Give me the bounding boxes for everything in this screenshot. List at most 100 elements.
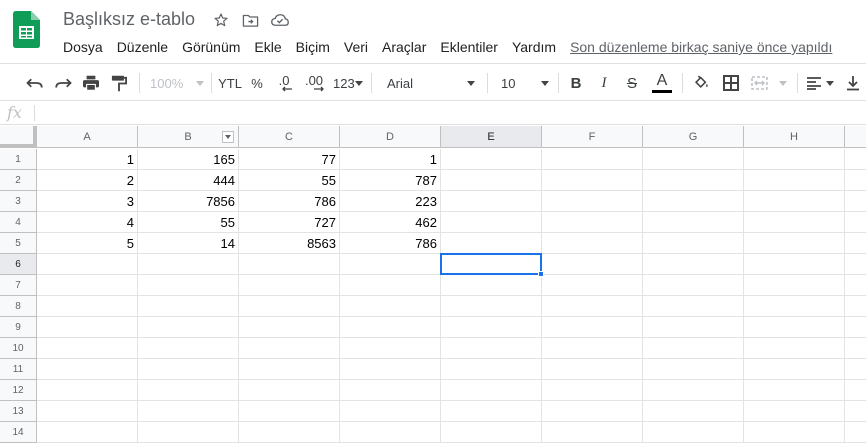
cell-b10[interactable] <box>138 338 239 359</box>
cell-f11[interactable] <box>542 359 643 380</box>
cell-c5[interactable]: 8563 <box>239 233 340 254</box>
column-header-h[interactable]: H <box>744 126 845 148</box>
cell-a1[interactable]: 1 <box>37 149 138 170</box>
cell-a8[interactable] <box>37 296 138 317</box>
cell-d5[interactable]: 786 <box>340 233 441 254</box>
row-header-6[interactable]: 6 <box>0 254 37 275</box>
cell-g4[interactable] <box>643 212 744 233</box>
spreadsheet-grid[interactable]: A B C D E F G H 1 2 3 4 5 6 7 8 9 10 11 … <box>0 126 866 447</box>
move-folder-icon[interactable] <box>240 10 260 30</box>
row-header-3[interactable]: 3 <box>0 191 37 212</box>
cell-c7[interactable] <box>239 275 340 296</box>
cell-i1[interactable] <box>845 149 866 170</box>
cell-h1[interactable] <box>744 149 845 170</box>
cell-e13[interactable] <box>441 401 542 422</box>
currency-format-button[interactable]: YTL <box>217 72 243 94</box>
column-header-b[interactable]: B <box>138 126 239 148</box>
cell-b9[interactable] <box>138 317 239 338</box>
cell-a13[interactable] <box>37 401 138 422</box>
strikethrough-button[interactable]: S <box>622 72 642 94</box>
cell-b7[interactable] <box>138 275 239 296</box>
row-header-7[interactable]: 7 <box>0 275 37 296</box>
cell-c11[interactable] <box>239 359 340 380</box>
cell-d2[interactable]: 787 <box>340 170 441 191</box>
cell-c10[interactable] <box>239 338 340 359</box>
cell-g11[interactable] <box>643 359 744 380</box>
cell-f3[interactable] <box>542 191 643 212</box>
row-header-4[interactable]: 4 <box>0 212 37 233</box>
column-header-c[interactable]: C <box>239 126 340 148</box>
cell-b4[interactable]: 55 <box>138 212 239 233</box>
cell-b1[interactable]: 165 <box>138 149 239 170</box>
cell-h5[interactable] <box>744 233 845 254</box>
cell-c3[interactable]: 786 <box>239 191 340 212</box>
cell-c2[interactable]: 55 <box>239 170 340 191</box>
cell-f2[interactable] <box>542 170 643 191</box>
row-header-2[interactable]: 2 <box>0 170 37 191</box>
menu-format[interactable]: Biçim <box>289 39 337 55</box>
cell-c4[interactable]: 727 <box>239 212 340 233</box>
cell-e11[interactable] <box>441 359 542 380</box>
cell-f14[interactable] <box>542 422 643 443</box>
font-size-select[interactable]: 10 <box>499 72 551 94</box>
cell-h2[interactable] <box>744 170 845 191</box>
cell-e10[interactable] <box>441 338 542 359</box>
cell-b11[interactable] <box>138 359 239 380</box>
cell-e5[interactable] <box>441 233 542 254</box>
menu-file[interactable]: Dosya <box>56 39 110 55</box>
cell-f12[interactable] <box>542 380 643 401</box>
cell-i5[interactable] <box>845 233 866 254</box>
cell-e2[interactable] <box>441 170 542 191</box>
cell-b5[interactable]: 14 <box>138 233 239 254</box>
cell-b12[interactable] <box>138 380 239 401</box>
menu-edit[interactable]: Düzenle <box>110 39 175 55</box>
cell-g7[interactable] <box>643 275 744 296</box>
cell-g1[interactable] <box>643 149 744 170</box>
cloud-saved-icon[interactable] <box>270 10 290 30</box>
cell-i3[interactable] <box>845 191 866 212</box>
cell-d3[interactable]: 223 <box>340 191 441 212</box>
italic-button[interactable]: I <box>594 72 614 94</box>
redo-icon[interactable] <box>52 72 74 94</box>
cell-a3[interactable]: 3 <box>37 191 138 212</box>
zoom-select[interactable]: 100% <box>148 72 206 94</box>
row-header-9[interactable]: 9 <box>0 317 37 338</box>
cell-h14[interactable] <box>744 422 845 443</box>
cell-i12[interactable] <box>845 380 866 401</box>
cell-c6[interactable] <box>239 254 340 275</box>
column-header-f[interactable]: F <box>542 126 643 148</box>
cell-g2[interactable] <box>643 170 744 191</box>
undo-icon[interactable] <box>24 72 46 94</box>
cell-i9[interactable] <box>845 317 866 338</box>
cell-e1[interactable] <box>441 149 542 170</box>
font-family-select[interactable]: Arial <box>385 72 477 94</box>
paint-format-icon[interactable] <box>108 72 130 94</box>
cell-c9[interactable] <box>239 317 340 338</box>
cell-i8[interactable] <box>845 296 866 317</box>
cell-h4[interactable] <box>744 212 845 233</box>
cell-h10[interactable] <box>744 338 845 359</box>
cell-i4[interactable] <box>845 212 866 233</box>
cell-b6[interactable] <box>138 254 239 275</box>
text-color-button[interactable]: A <box>650 72 674 94</box>
cell-b14[interactable] <box>138 422 239 443</box>
cell-h7[interactable] <box>744 275 845 296</box>
select-all-corner[interactable] <box>0 126 37 148</box>
document-title[interactable]: Başlıksız e-tablo <box>63 9 195 30</box>
cell-h13[interactable] <box>744 401 845 422</box>
cell-e8[interactable] <box>441 296 542 317</box>
cell-h12[interactable] <box>744 380 845 401</box>
bold-button[interactable]: B <box>566 72 586 94</box>
cell-h9[interactable] <box>744 317 845 338</box>
column-header-i[interactable] <box>845 126 866 148</box>
cell-a11[interactable] <box>37 359 138 380</box>
cell-d13[interactable] <box>340 401 441 422</box>
sheets-logo-icon[interactable] <box>13 11 40 48</box>
cell-i6[interactable] <box>845 254 866 275</box>
menu-addons[interactable]: Eklentiler <box>433 39 505 55</box>
increase-decimals-button[interactable]: .00 <box>301 72 327 94</box>
cell-d4[interactable]: 462 <box>340 212 441 233</box>
cell-g8[interactable] <box>643 296 744 317</box>
menu-data[interactable]: Veri <box>337 39 375 55</box>
cell-i10[interactable] <box>845 338 866 359</box>
